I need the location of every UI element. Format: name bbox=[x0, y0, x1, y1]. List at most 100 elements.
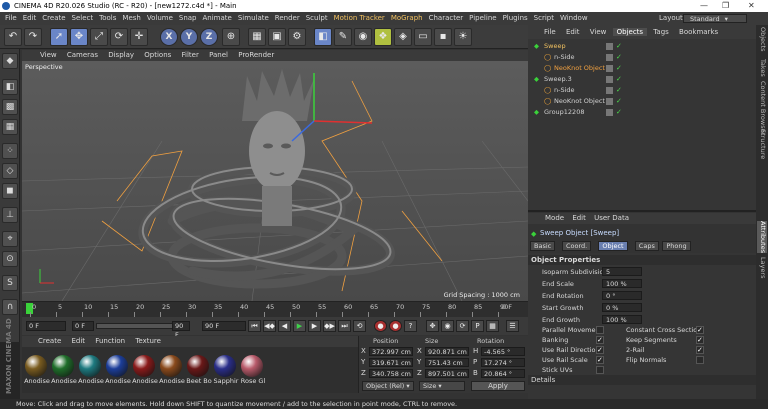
subdivision-icon[interactable]: ◉ bbox=[354, 28, 372, 46]
attr-checkbox[interactable]: ✓ bbox=[596, 346, 604, 354]
attr-tab-coord[interactable]: Coord. bbox=[562, 241, 592, 251]
enabled-check-icon[interactable]: ✓ bbox=[616, 107, 622, 118]
light-icon[interactable]: ☀ bbox=[454, 28, 472, 46]
layer-swatch[interactable] bbox=[606, 43, 613, 50]
texture-mode-icon[interactable]: ▩ bbox=[2, 99, 18, 115]
attr-field-value[interactable]: 100 % bbox=[602, 315, 642, 324]
menu-mograph[interactable]: MoGraph bbox=[388, 12, 426, 25]
layout-select[interactable]: Standard ▾ bbox=[683, 14, 747, 23]
enabled-check-icon[interactable]: ✓ bbox=[616, 96, 622, 107]
record-active-icon[interactable]: ● bbox=[374, 320, 387, 332]
vp-menu-view[interactable]: View bbox=[36, 51, 61, 59]
vp-menu-filter[interactable]: Filter bbox=[178, 51, 203, 59]
attr-checkbox[interactable]: ✓ bbox=[696, 326, 704, 334]
goto-start-icon[interactable]: ⏮ bbox=[248, 320, 261, 332]
mat-menu-create[interactable]: Create bbox=[34, 337, 65, 345]
menu-tools[interactable]: Tools bbox=[96, 12, 119, 25]
play-icon[interactable]: ▶ bbox=[293, 320, 306, 332]
menu-edit[interactable]: Edit bbox=[20, 12, 40, 25]
size-field[interactable]: 920.871 cm bbox=[425, 347, 469, 356]
object-name[interactable]: NeoKnot Object bbox=[554, 63, 605, 74]
floor-icon[interactable]: ▭ bbox=[414, 28, 432, 46]
pen-spline-icon[interactable]: ✎ bbox=[334, 28, 352, 46]
om-menu-bookmarks[interactable]: Bookmarks bbox=[675, 28, 722, 36]
menu-snap[interactable]: Snap bbox=[176, 12, 200, 25]
timeline-ruler[interactable]: 0 5 10 15 20 25 30 35 40 45 50 55 60 65 70 75 80 85 90 0 F bbox=[22, 301, 528, 317]
next-key-icon[interactable]: ◆▶ bbox=[323, 320, 336, 332]
menu-window[interactable]: Window bbox=[557, 12, 591, 25]
side-tab-content-browser[interactable]: Content Browser bbox=[757, 81, 767, 135]
attr-checkbox[interactable]: ✓ bbox=[596, 336, 604, 344]
vp-menu-cameras[interactable]: Cameras bbox=[63, 51, 102, 59]
maximize-button[interactable]: ❐ bbox=[722, 0, 729, 12]
menu-select[interactable]: Select bbox=[69, 12, 97, 25]
menu-script[interactable]: Script bbox=[531, 12, 557, 25]
layer-swatch[interactable] bbox=[606, 54, 613, 61]
attr-checkbox[interactable]: ✓ bbox=[696, 346, 704, 354]
undo-icon[interactable]: ↶ bbox=[4, 28, 22, 46]
attr-tab-phong[interactable]: Phong bbox=[662, 241, 691, 251]
side-tab-objects[interactable]: Objects bbox=[757, 27, 767, 52]
snap-icon[interactable]: ⊙ bbox=[2, 251, 18, 267]
menu-mesh[interactable]: Mesh bbox=[119, 12, 143, 25]
object-name[interactable]: n-Side bbox=[554, 85, 575, 96]
mat-menu-function[interactable]: Function bbox=[91, 337, 129, 345]
layer-swatch[interactable] bbox=[606, 65, 613, 72]
coordinate-mode-select[interactable]: Object (Rel) ▾ bbox=[362, 381, 414, 391]
timeline-menu-icon[interactable]: ☰ bbox=[506, 320, 519, 332]
rotation-field[interactable]: 17.274 ° bbox=[481, 358, 525, 367]
object-name[interactable]: NeoKnot Object bbox=[554, 96, 605, 107]
render-picture-viewer-icon[interactable]: ▣ bbox=[268, 28, 286, 46]
side-tab-structure[interactable]: Structure bbox=[757, 129, 767, 159]
om-menu-objects[interactable]: Objects bbox=[612, 28, 648, 36]
enabled-check-icon[interactable]: ✓ bbox=[616, 41, 622, 52]
object-row[interactable]: ◯ NeoKnot Object ✓ bbox=[528, 63, 756, 74]
object-name[interactable]: Sweep.3 bbox=[544, 74, 572, 85]
close-button[interactable]: ✕ bbox=[748, 0, 755, 12]
om-menu-edit[interactable]: Edit bbox=[562, 28, 584, 36]
keyframe-selection-icon[interactable]: ? bbox=[404, 320, 417, 332]
mat-menu-texture[interactable]: Texture bbox=[131, 337, 165, 345]
mat-menu-edit[interactable]: Edit bbox=[68, 337, 90, 345]
attr-tab-caps[interactable]: Caps bbox=[634, 241, 659, 251]
goto-end-icon[interactable]: ⏭ bbox=[338, 320, 351, 332]
position-field[interactable]: 319.671 cm bbox=[369, 358, 413, 367]
rotation-field[interactable]: 20.864 ° bbox=[481, 369, 525, 378]
object-row[interactable]: ◯ n-Side ✓ bbox=[528, 52, 756, 63]
om-menu-view[interactable]: View bbox=[586, 28, 611, 36]
apply-button[interactable]: Apply bbox=[471, 381, 525, 391]
vp-menu-display[interactable]: Display bbox=[104, 51, 138, 59]
object-row[interactable]: ◆ Sweep.3 ✓ bbox=[528, 74, 756, 85]
attr-checkbox[interactable]: ✓ bbox=[596, 356, 604, 364]
size-field[interactable]: 751.43 cm bbox=[425, 358, 469, 367]
material-swatch[interactable]: Beet Bo bbox=[186, 355, 212, 391]
preview-end-field[interactable]: 90 F bbox=[172, 321, 190, 339]
render-settings-icon[interactable]: ⚙ bbox=[288, 28, 306, 46]
tweak-mode-icon[interactable]: ⌖ bbox=[2, 231, 18, 247]
move-tool-icon[interactable]: ✥ bbox=[70, 28, 88, 46]
scale-tool-icon[interactable]: ⤢ bbox=[90, 28, 108, 46]
enabled-check-icon[interactable]: ✓ bbox=[616, 52, 622, 63]
camera-icon[interactable]: ▪ bbox=[434, 28, 452, 46]
y-axis-lock-icon[interactable]: Y bbox=[180, 28, 198, 46]
max-frame-field[interactable]: 90 F bbox=[202, 321, 246, 331]
object-name[interactable]: Group12208 bbox=[544, 107, 584, 118]
attr-tab-basic[interactable]: Basic bbox=[530, 241, 556, 251]
material-swatch[interactable]: Anodise bbox=[78, 355, 104, 391]
render-view-icon[interactable]: ▦ bbox=[248, 28, 266, 46]
polygons-mode-icon[interactable]: ◼ bbox=[2, 183, 18, 199]
key-rotation-icon[interactable]: ⟳ bbox=[456, 320, 469, 332]
layer-swatch[interactable] bbox=[606, 76, 613, 83]
enabled-check-icon[interactable]: ✓ bbox=[616, 74, 622, 85]
attr-checkbox[interactable] bbox=[596, 326, 604, 334]
om-menu-tags[interactable]: Tags bbox=[649, 28, 673, 36]
material-swatch[interactable]: Anodise bbox=[105, 355, 131, 391]
layer-swatch[interactable] bbox=[606, 87, 613, 94]
key-position-icon[interactable]: ✥ bbox=[426, 320, 439, 332]
material-swatch[interactable]: Anodise bbox=[51, 355, 77, 391]
menu-animate[interactable]: Animate bbox=[200, 12, 235, 25]
axis-mode-icon[interactable]: ⊥ bbox=[2, 207, 18, 223]
object-name[interactable]: Sweep bbox=[544, 41, 566, 52]
object-row[interactable]: ◆ Sweep ✓ bbox=[528, 41, 756, 52]
om-menu-file[interactable]: File bbox=[540, 28, 560, 36]
